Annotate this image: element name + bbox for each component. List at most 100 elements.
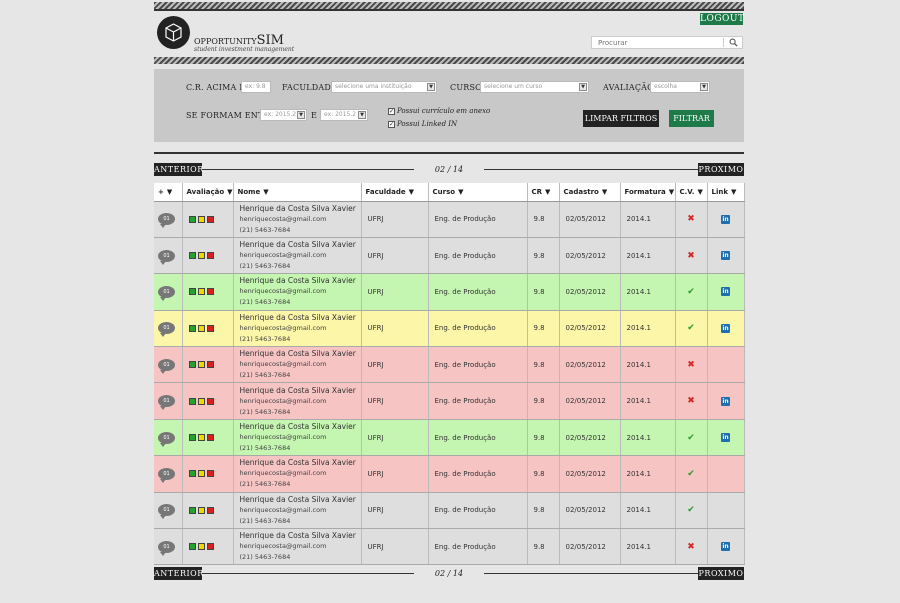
linkedin-icon[interactable]: in (721, 287, 730, 297)
formam-from-select[interactable]: ex: 2015.2 ▼ (260, 109, 307, 121)
comment-bubble-icon[interactable]: 01 (158, 467, 175, 483)
column-header-add[interactable]: + ▼ (154, 183, 183, 202)
rating-green-icon[interactable] (188, 288, 196, 296)
comment-bubble-icon[interactable]: 01 (158, 395, 175, 411)
rating-cell[interactable] (182, 382, 234, 420)
rating-lights[interactable] (188, 434, 233, 442)
rating-cell[interactable] (182, 237, 234, 275)
rating-lights[interactable] (188, 470, 233, 478)
rating-cell[interactable] (182, 455, 234, 493)
linkedin-icon[interactable]: in (721, 396, 730, 406)
rating-red-icon[interactable] (206, 543, 214, 551)
checkbox-checked-icon[interactable]: ✓ (388, 107, 395, 115)
linkedin-icon[interactable]: in (721, 323, 730, 333)
comment-cell[interactable]: 01 (154, 382, 183, 420)
rating-lights[interactable] (188, 324, 233, 332)
cv-cell[interactable]: ✖ (675, 346, 708, 384)
rating-green-icon[interactable] (188, 506, 196, 514)
comment-bubble-icon[interactable]: 01 (158, 540, 175, 556)
cv-cell[interactable]: ✖ (675, 201, 708, 238)
comment-cell[interactable]: 01 (154, 346, 183, 384)
linkedin-icon[interactable]: in (721, 214, 730, 224)
rating-cell[interactable] (182, 419, 234, 457)
rating-yellow-icon[interactable] (197, 215, 205, 223)
rating-lights[interactable] (188, 506, 233, 514)
candidate-name[interactable]: Henrique da Costa Silva Xavier (240, 457, 361, 468)
rating-red-icon[interactable] (206, 252, 214, 260)
comment-bubble-icon[interactable]: 01 (158, 322, 175, 338)
cv-cell[interactable]: ✔ (675, 273, 708, 311)
column-header-cv[interactable]: C.V. ▼ (675, 183, 708, 202)
table-row[interactable]: 01 Henrique da Costa Silva Xavier henrique… (154, 382, 745, 420)
comment-bubble-icon[interactable]: 01 (158, 285, 175, 301)
sort-arrow-icon[interactable]: ▼ (545, 188, 550, 196)
candidate-name[interactable]: Henrique da Costa Silva Xavier (240, 494, 361, 505)
candidate-name[interactable]: Henrique da Costa Silva Xavier (240, 312, 361, 323)
cv-cell[interactable]: ✔ (675, 492, 708, 530)
table-row[interactable]: 01 Henrique da Costa Silva Xavier henrique… (154, 492, 745, 530)
clear-filters-button[interactable]: LIMPAR FILTROS (583, 110, 659, 127)
linkedin-icon[interactable]: in (721, 251, 730, 261)
rating-red-icon[interactable] (206, 506, 214, 514)
rating-yellow-icon[interactable] (197, 397, 205, 405)
rating-lights[interactable] (188, 361, 233, 369)
rating-green-icon[interactable] (188, 543, 196, 551)
candidate-name[interactable]: Henrique da Costa Silva Xavier (240, 275, 361, 286)
sort-arrow-icon[interactable]: ▼ (227, 188, 232, 196)
prev-page-button[interactable]: ANTERIOR (154, 163, 203, 176)
sort-arrow-icon[interactable]: ▼ (697, 188, 702, 196)
rating-lights[interactable] (188, 397, 233, 405)
column-header-nome[interactable]: Nome ▼ (233, 183, 362, 202)
rating-lights[interactable] (188, 252, 233, 260)
rating-cell[interactable] (182, 310, 234, 348)
cr-input[interactable]: ex: 9.8 (241, 81, 271, 93)
formam-to-select[interactable]: ex: 2015.2 ▼ (320, 109, 368, 121)
rating-yellow-icon[interactable] (197, 434, 205, 442)
rating-red-icon[interactable] (206, 397, 214, 405)
comment-cell[interactable]: 01 (154, 528, 183, 566)
faculdade-select[interactable]: selecione uma instituição ▼ (331, 81, 437, 93)
check-icon[interactable]: ✔ (687, 323, 695, 333)
sort-arrow-icon[interactable]: ▼ (458, 188, 463, 196)
table-row[interactable]: 01 Henrique da Costa Silva Xavier henrique… (154, 455, 745, 493)
curso-select[interactable]: selecione um curso ▼ (480, 81, 589, 93)
candidate-name[interactable]: Henrique da Costa Silva Xavier (240, 203, 361, 214)
table-row[interactable]: 01 Henrique da Costa Silva Xavier henrique… (154, 528, 745, 566)
column-header-faculdade[interactable]: Faculdade ▼ (361, 183, 429, 202)
column-header-formatura[interactable]: Formatura ▼ (620, 183, 676, 202)
table-row[interactable]: 01 Henrique da Costa Silva Xavier henrique… (154, 419, 745, 457)
candidate-name[interactable]: Henrique da Costa Silva Xavier (240, 385, 361, 396)
cv-cell[interactable]: ✔ (675, 419, 708, 457)
cv-cell[interactable]: ✖ (675, 528, 708, 566)
rating-green-icon[interactable] (188, 434, 196, 442)
cv-cell[interactable]: ✖ (675, 237, 708, 275)
rating-green-icon[interactable] (188, 470, 196, 478)
prev-page-button[interactable]: ANTERIOR (154, 567, 203, 580)
rating-lights[interactable] (188, 288, 233, 296)
comment-cell[interactable]: 01 (154, 419, 183, 457)
check-icon[interactable]: ✔ (687, 287, 695, 297)
chk-curriculo[interactable]: ✓ Possui currículo em anexo (388, 107, 490, 115)
rating-cell[interactable] (182, 528, 234, 566)
candidate-name[interactable]: Henrique da Costa Silva Xavier (240, 421, 361, 432)
linkedin-icon[interactable]: in (721, 542, 730, 552)
rating-green-icon[interactable] (188, 215, 196, 223)
search-icon[interactable] (729, 38, 738, 47)
comment-bubble-icon[interactable]: 01 (158, 358, 175, 374)
sort-arrow-icon[interactable]: ▼ (263, 188, 268, 196)
rating-green-icon[interactable] (188, 361, 196, 369)
column-header-avaliacao[interactable]: Avaliação ▼ (182, 183, 234, 202)
rating-yellow-icon[interactable] (197, 506, 205, 514)
candidate-name[interactable]: Henrique da Costa Silva Xavier (240, 239, 361, 250)
rating-yellow-icon[interactable] (197, 361, 205, 369)
table-row[interactable]: 01 Henrique da Costa Silva Xavier henrique… (154, 237, 745, 275)
table-row[interactable]: 01 Henrique da Costa Silva Xavier henrique… (154, 273, 745, 311)
rating-red-icon[interactable] (206, 324, 214, 332)
table-row[interactable]: 01 Henrique da Costa Silva Xavier henrique… (154, 346, 745, 384)
rating-red-icon[interactable] (206, 434, 214, 442)
rating-red-icon[interactable] (206, 470, 214, 478)
comment-cell[interactable]: 01 (154, 201, 183, 238)
rating-cell[interactable] (182, 492, 234, 530)
candidate-name[interactable]: Henrique da Costa Silva Xavier (240, 530, 361, 541)
rating-yellow-icon[interactable] (197, 288, 205, 296)
